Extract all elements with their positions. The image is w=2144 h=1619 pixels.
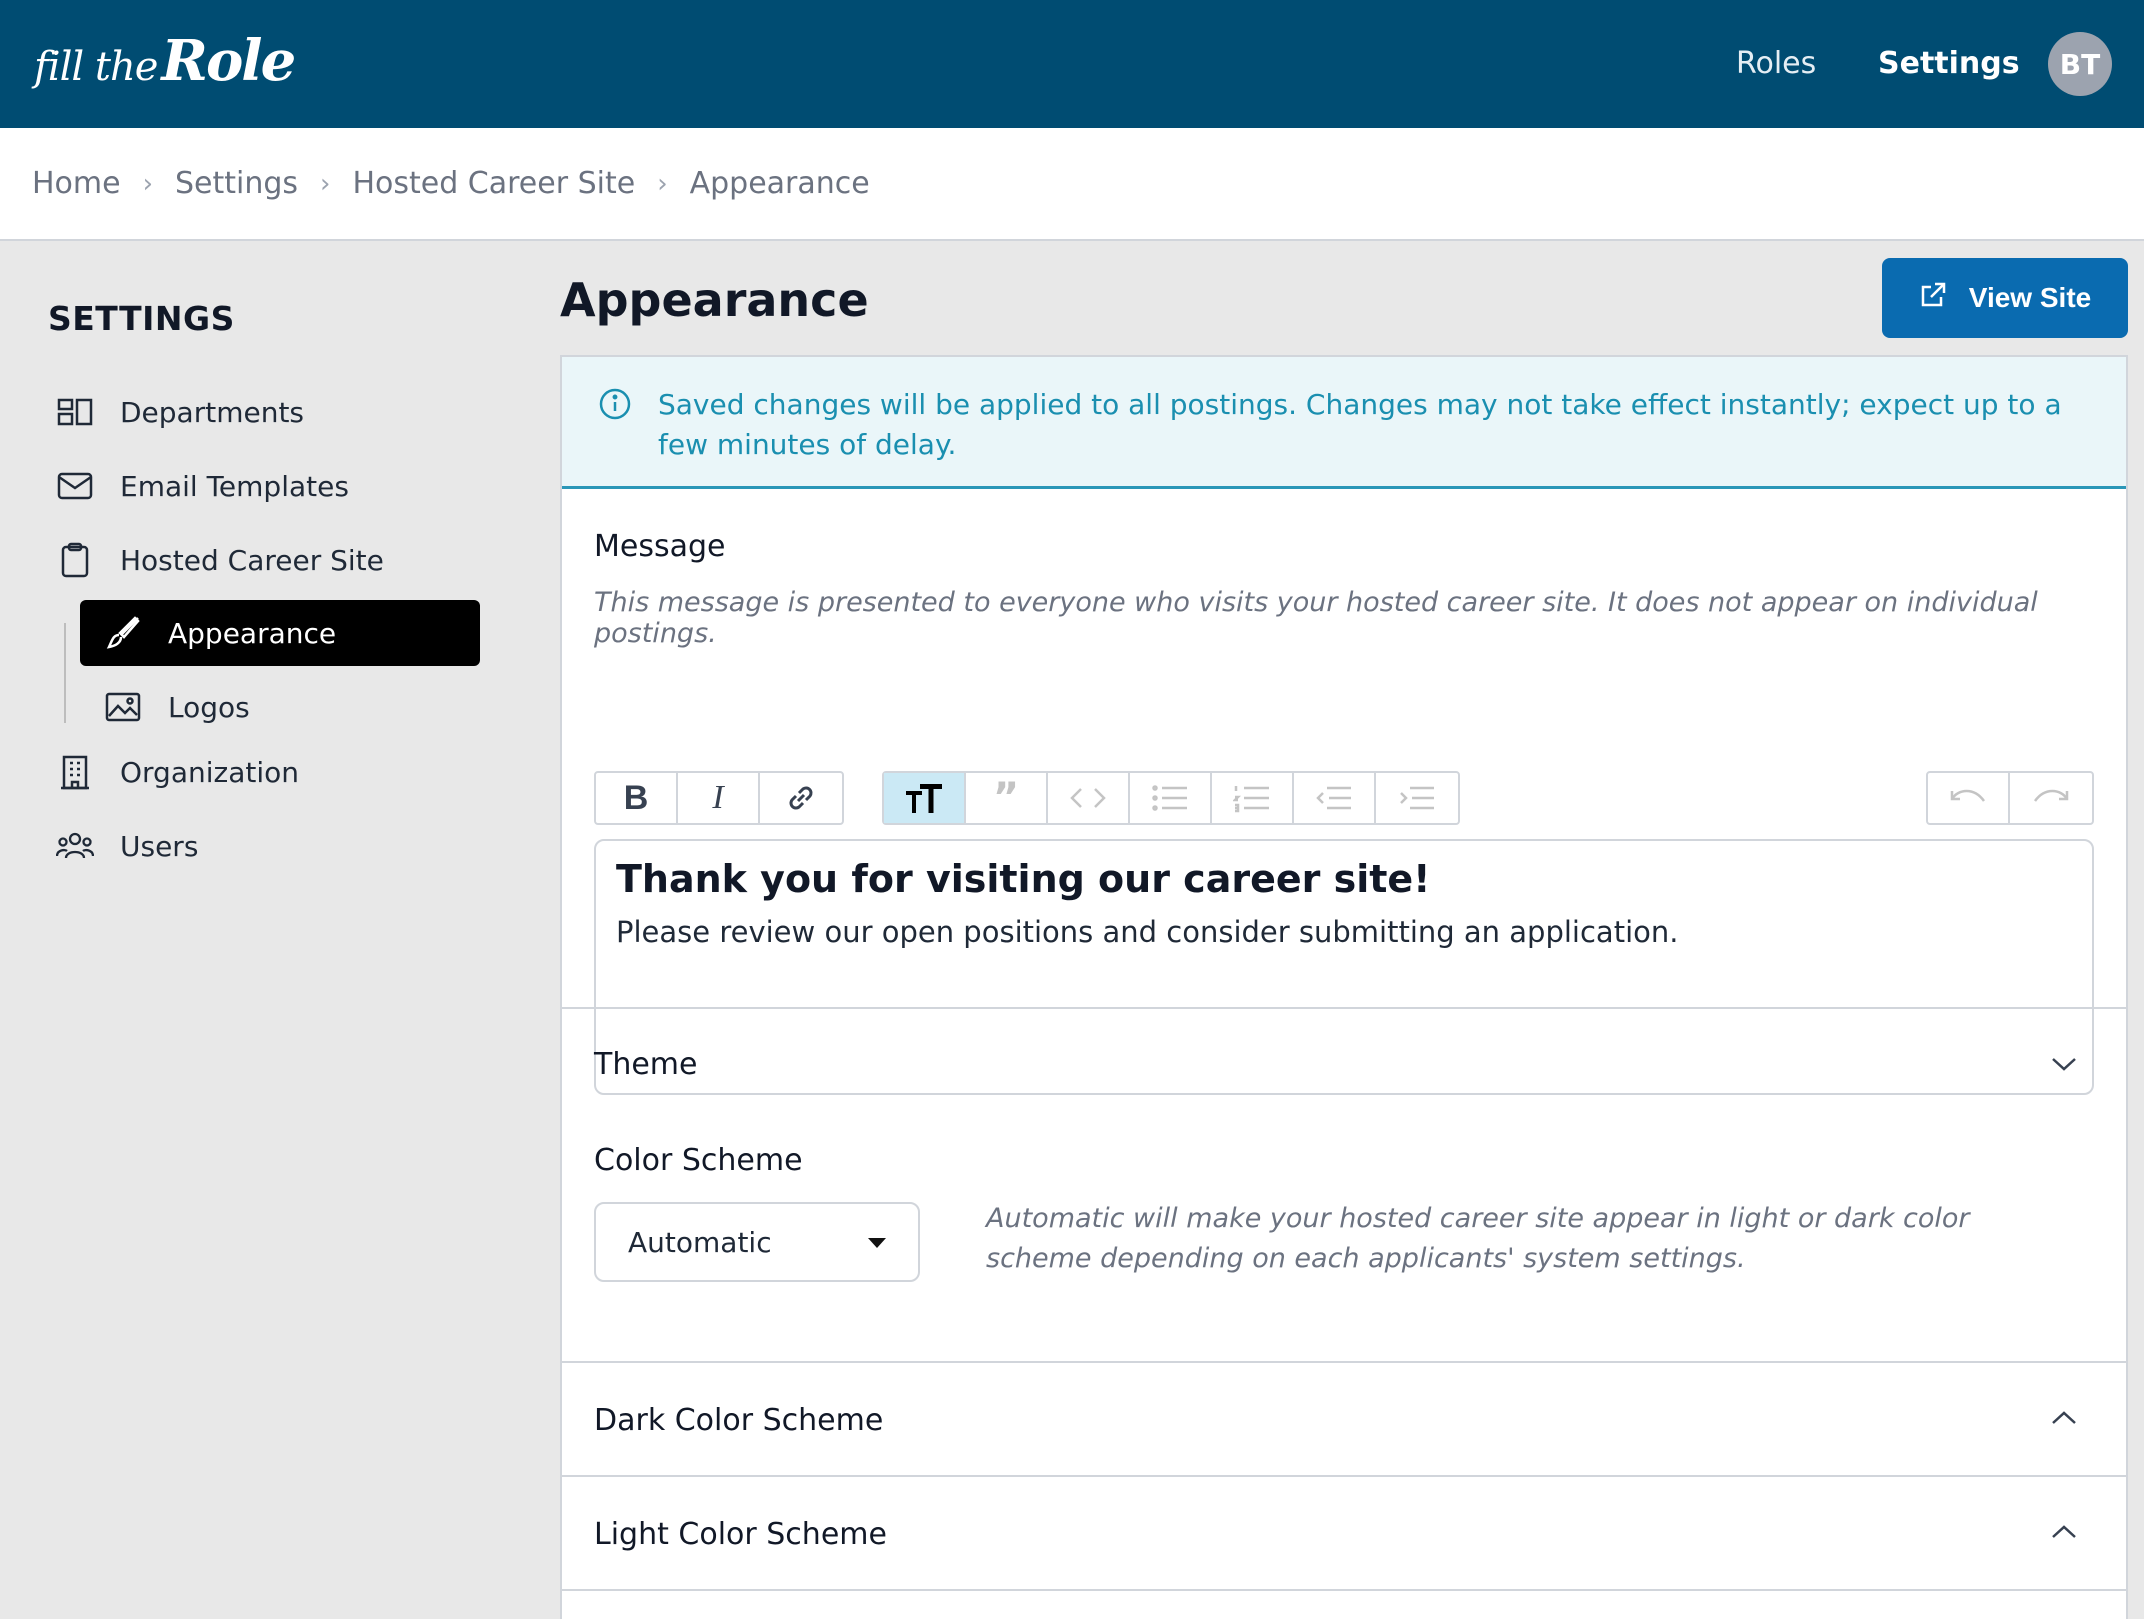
sidebar-item-label: Organization <box>120 755 300 789</box>
bold-button[interactable]: B <box>596 773 678 823</box>
outdent-icon <box>1316 786 1351 810</box>
dark-color-scheme-label: Dark Color Scheme <box>594 1403 884 1438</box>
theme-section: Theme Color Scheme Automatic Automatic w… <box>562 1009 2126 1363</box>
code-button[interactable] <box>1048 773 1130 823</box>
top-navbar: fill the Role Roles Settings BT <box>0 0 2144 128</box>
tree-line <box>64 623 66 723</box>
light-color-scheme-label: Light Color Scheme <box>594 1517 887 1552</box>
italic-button[interactable]: I <box>678 773 760 823</box>
color-scheme-label: Color Scheme <box>594 1143 803 1178</box>
sidebar-item-label: Appearance <box>168 616 337 650</box>
breadcrumb-hosted-career-site[interactable]: Hosted Career Site <box>352 166 635 201</box>
clipboard-icon <box>56 541 94 579</box>
code-icon <box>1070 788 1106 808</box>
format-toolbar-inline: B I <box>594 771 844 825</box>
app-logo[interactable]: fill the Role <box>34 28 296 94</box>
heading-button[interactable] <box>884 773 966 823</box>
alert-text: Saved changes will be applied to all pos… <box>658 388 2062 461</box>
users-icon <box>56 827 94 865</box>
view-site-label: View Site <box>1968 282 2092 313</box>
editor-paragraph: Please review our open positions and con… <box>616 915 1679 949</box>
sidebar-item-label: Users <box>120 829 199 863</box>
breadcrumb: Home › Settings › Hosted Career Site › A… <box>0 128 2144 241</box>
paintbrush-icon <box>104 614 142 652</box>
breadcrumb-settings[interactable]: Settings <box>175 166 298 201</box>
message-section: Message This message is presented to eve… <box>562 489 2126 1095</box>
logo-small-text: fill the <box>34 44 158 90</box>
nav-roles-link[interactable]: Roles <box>1736 46 1816 81</box>
history-toolbar <box>1926 771 2094 825</box>
outdent-button[interactable] <box>1294 773 1376 823</box>
color-scheme-value: Automatic <box>628 1225 772 1259</box>
undo-button[interactable] <box>1928 773 2010 823</box>
building-icon <box>56 753 94 791</box>
bullet-list-button[interactable] <box>1130 773 1212 823</box>
message-hint: This message is presented to everyone wh… <box>594 587 2038 649</box>
sidebar-item-email-templates[interactable]: Email Templates <box>56 461 349 511</box>
chevron-up-icon[interactable] <box>2050 1523 2078 1545</box>
editor-heading: Thank you for visiting our career site! <box>616 857 1431 901</box>
color-scheme-hint: Automatic will make your hosted career s… <box>986 1203 1970 1274</box>
external-link-icon <box>1919 281 1947 316</box>
logo-big-text: Role <box>161 28 296 94</box>
info-alert: Saved changes will be applied to all pos… <box>562 357 2126 489</box>
numbered-list-button[interactable] <box>1212 773 1294 823</box>
link-icon <box>789 786 813 810</box>
message-label: Message <box>594 529 726 564</box>
dark-color-scheme-section[interactable]: Dark Color Scheme <box>562 1363 2126 1477</box>
quote-icon: ” <box>992 775 1020 821</box>
link-button[interactable] <box>760 773 842 823</box>
undo-icon <box>1950 789 1986 802</box>
sidebar-item-users[interactable]: Users <box>56 821 198 871</box>
numbered-list-icon <box>1233 786 1269 813</box>
chevron-up-icon[interactable] <box>2050 1409 2078 1431</box>
italic-icon: I <box>712 779 724 816</box>
sidebar-item-organization[interactable]: Organization <box>56 747 299 797</box>
page-title: Appearance <box>560 273 869 327</box>
caret-down-icon <box>868 1238 886 1248</box>
sidebar-item-label: Email Templates <box>120 469 349 503</box>
bullet-list-icon <box>1152 785 1187 811</box>
chevron-down-icon[interactable] <box>2050 1055 2078 1077</box>
redo-button[interactable] <box>2010 773 2092 823</box>
info-icon <box>598 387 632 432</box>
envelope-icon <box>56 467 94 505</box>
bold-icon: B <box>623 778 649 817</box>
image-icon <box>104 688 142 726</box>
indent-button[interactable] <box>1376 773 1458 823</box>
breadcrumb-appearance: Appearance <box>689 166 870 201</box>
sidebar-title: SETTINGS <box>48 299 235 338</box>
heading-icon <box>906 784 942 813</box>
chevron-right-icon: › <box>142 168 153 199</box>
sidebar-item-departments[interactable]: Departments <box>56 387 304 437</box>
breadcrumb-home[interactable]: Home <box>32 166 121 201</box>
view-site-button[interactable]: View Site <box>1882 258 2128 338</box>
departments-icon <box>56 393 94 431</box>
appearance-panel: Saved changes will be applied to all pos… <box>560 355 2128 1619</box>
sidebar-item-label: Hosted Career Site <box>120 543 384 577</box>
sidebar-item-label: Logos <box>168 690 250 724</box>
nav-settings-link[interactable]: Settings <box>1878 46 2020 81</box>
sidebar-item-label: Departments <box>120 395 305 429</box>
user-avatar[interactable]: BT <box>2048 32 2112 96</box>
theme-label: Theme <box>594 1047 698 1082</box>
chevron-right-icon: › <box>657 168 668 199</box>
sidebar-item-hosted-career-site[interactable]: Hosted Career Site <box>56 535 384 585</box>
indent-icon <box>1400 786 1434 810</box>
content-area: SETTINGS Departments Email Templates Hos… <box>0 241 2144 1619</box>
sidebar-item-logos[interactable]: Logos <box>80 674 480 740</box>
redo-icon <box>2033 789 2069 802</box>
quote-button[interactable]: ” <box>966 773 1048 823</box>
sidebar-item-appearance[interactable]: Appearance <box>80 600 480 666</box>
format-toolbar-block: ” <box>882 771 1460 825</box>
color-scheme-select[interactable]: Automatic <box>594 1202 920 1282</box>
chevron-right-icon: › <box>320 168 331 199</box>
light-color-scheme-section[interactable]: Light Color Scheme <box>562 1477 2126 1591</box>
